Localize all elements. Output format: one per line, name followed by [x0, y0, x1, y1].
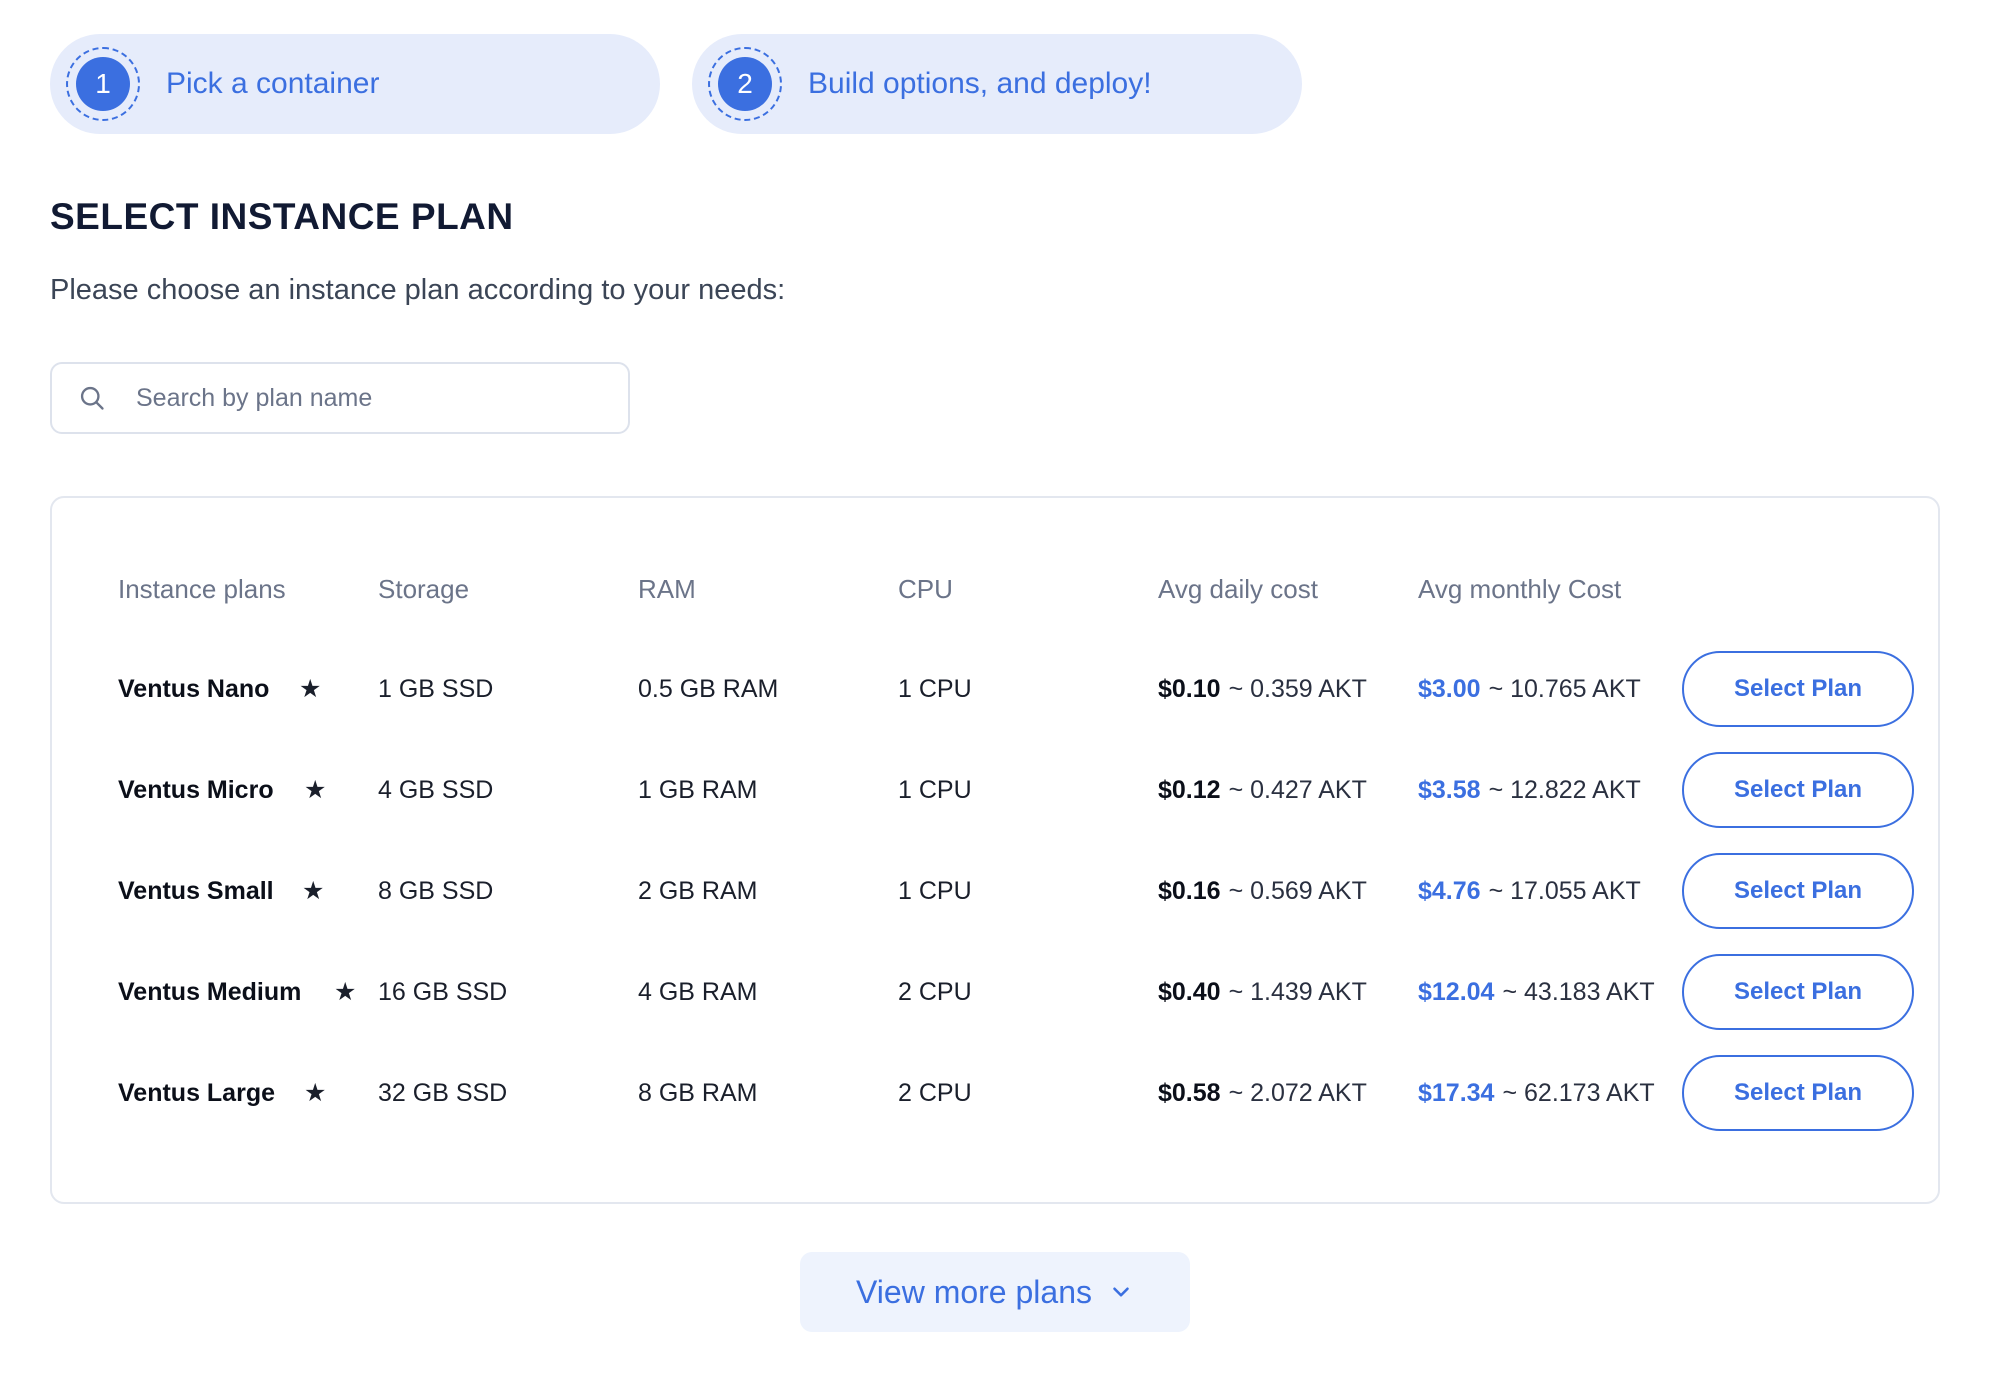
step-build-deploy[interactable]: 2 Build options, and deploy! — [692, 34, 1302, 134]
plan-name: Ventus Nano — [118, 674, 270, 703]
daily-akt: ~ 0.427 AKT — [1228, 775, 1367, 804]
star-icon: ★ — [334, 978, 357, 1006]
plan-storage: 4 GB SSD — [378, 775, 494, 804]
star-icon: ★ — [304, 776, 327, 804]
stepper: 1 Pick a container 2 Build options, and … — [50, 34, 1302, 134]
header-instance-plans: Instance plans — [118, 573, 286, 604]
view-more-plans-button[interactable]: View more plans — [800, 1252, 1190, 1332]
daily-akt: ~ 0.359 AKT — [1228, 674, 1367, 703]
plan-daily-cost: $0.40 ~ 1.439 AKT — [1158, 957, 1367, 1027]
daily-akt: ~ 0.569 AKT — [1228, 876, 1367, 905]
plan-name: Ventus Large — [118, 1078, 275, 1107]
step-pick-container[interactable]: 1 Pick a container — [50, 34, 660, 134]
table-row: Ventus Medium ★ 16 GB SSD 4 GB RAM 2 CPU… — [52, 954, 1938, 1030]
star-icon: ★ — [299, 675, 322, 703]
step-number: 2 — [718, 57, 772, 111]
plan-cpu: 1 CPU — [898, 876, 972, 905]
monthly-akt: ~ 10.765 AKT — [1488, 674, 1641, 703]
header-cpu: CPU — [898, 573, 953, 604]
daily-akt: ~ 2.072 AKT — [1228, 1078, 1367, 1107]
search-icon — [80, 386, 104, 410]
plan-ram: 0.5 GB RAM — [638, 674, 779, 703]
plan-storage: 8 GB SSD — [378, 876, 494, 905]
search-input[interactable] — [134, 382, 598, 414]
search-box[interactable] — [50, 362, 630, 434]
plan-ram: 2 GB RAM — [638, 876, 758, 905]
monthly-usd: $3.58 — [1418, 775, 1481, 804]
plan-ram: 1 GB RAM — [638, 775, 758, 804]
select-plan-button[interactable]: Select Plan — [1682, 651, 1914, 727]
table-row: Ventus Micro ★ 4 GB SSD 1 GB RAM 1 CPU $… — [52, 752, 1938, 828]
table-row: Ventus Nano ★ 1 GB SSD 0.5 GB RAM 1 CPU … — [52, 651, 1938, 727]
header-daily-cost: Avg daily cost — [1158, 573, 1318, 604]
select-plan-button[interactable]: Select Plan — [1682, 853, 1914, 929]
monthly-akt: ~ 12.822 AKT — [1488, 775, 1641, 804]
plan-daily-cost: $0.58 ~ 2.072 AKT — [1158, 1058, 1367, 1128]
plan-ram: 4 GB RAM — [638, 977, 758, 1006]
select-plan-button[interactable]: Select Plan — [1682, 954, 1914, 1030]
star-icon: ★ — [302, 877, 325, 905]
monthly-akt: ~ 62.173 AKT — [1502, 1078, 1655, 1107]
page-subtitle: Please choose an instance plan according… — [50, 274, 786, 306]
daily-akt: ~ 1.439 AKT — [1228, 977, 1367, 1006]
table-row: Ventus Small ★ 8 GB SSD 2 GB RAM 1 CPU $… — [52, 853, 1938, 929]
daily-usd: $0.10 — [1158, 674, 1221, 703]
step-label: Build options, and deploy! — [808, 67, 1152, 100]
plan-name: Ventus Small — [118, 876, 274, 905]
plan-monthly-cost: $17.34 ~ 62.173 AKT — [1418, 1058, 1655, 1128]
step-number-ring: 1 — [66, 47, 140, 121]
view-more-label: View more plans — [856, 1273, 1092, 1310]
table-header: Instance plans Storage RAM CPU Avg daily… — [52, 554, 1938, 624]
plans-table: Instance plans Storage RAM CPU Avg daily… — [50, 496, 1940, 1204]
plan-monthly-cost: $4.76 ~ 17.055 AKT — [1418, 856, 1641, 926]
plan-ram: 8 GB RAM — [638, 1078, 758, 1107]
monthly-usd: $17.34 — [1418, 1078, 1495, 1107]
header-storage: Storage — [378, 573, 470, 604]
star-icon: ★ — [304, 1079, 327, 1107]
plan-storage: 1 GB SSD — [378, 674, 494, 703]
plan-daily-cost: $0.12 ~ 0.427 AKT — [1158, 755, 1367, 825]
plan-monthly-cost: $3.58 ~ 12.822 AKT — [1418, 755, 1641, 825]
daily-usd: $0.12 — [1158, 775, 1221, 804]
plan-daily-cost: $0.16 ~ 0.569 AKT — [1158, 856, 1367, 926]
plan-monthly-cost: $3.00 ~ 10.765 AKT — [1418, 654, 1641, 724]
plan-cpu: 1 CPU — [898, 674, 972, 703]
step-label: Pick a container — [166, 67, 380, 100]
select-plan-button[interactable]: Select Plan — [1682, 752, 1914, 828]
daily-usd: $0.58 — [1158, 1078, 1221, 1107]
step-number-ring: 2 — [708, 47, 782, 121]
header-ram: RAM — [638, 573, 696, 604]
chevron-down-icon — [1113, 1287, 1129, 1297]
page-title: SELECT INSTANCE PLAN — [50, 196, 514, 237]
step-number: 1 — [76, 57, 130, 111]
plan-monthly-cost: $12.04 ~ 43.183 AKT — [1418, 957, 1655, 1027]
table-row: Ventus Large ★ 32 GB SSD 8 GB RAM 2 CPU … — [52, 1055, 1938, 1131]
plan-storage: 32 GB SSD — [378, 1078, 508, 1107]
monthly-usd: $4.76 — [1418, 876, 1481, 905]
monthly-usd: $12.04 — [1418, 977, 1495, 1006]
monthly-usd: $3.00 — [1418, 674, 1481, 703]
daily-usd: $0.40 — [1158, 977, 1221, 1006]
select-plan-button[interactable]: Select Plan — [1682, 1055, 1914, 1131]
plan-storage: 16 GB SSD — [378, 977, 508, 1006]
header-monthly-cost: Avg monthly Cost — [1418, 573, 1622, 604]
plan-name: Ventus Micro — [118, 775, 274, 804]
plan-cpu: 2 CPU — [898, 977, 972, 1006]
monthly-akt: ~ 43.183 AKT — [1502, 977, 1655, 1006]
daily-usd: $0.16 — [1158, 876, 1221, 905]
plan-cpu: 1 CPU — [898, 775, 972, 804]
plan-daily-cost: $0.10 ~ 0.359 AKT — [1158, 654, 1367, 724]
plan-name: Ventus Medium — [118, 977, 302, 1006]
monthly-akt: ~ 17.055 AKT — [1488, 876, 1641, 905]
plan-cpu: 2 CPU — [898, 1078, 972, 1107]
